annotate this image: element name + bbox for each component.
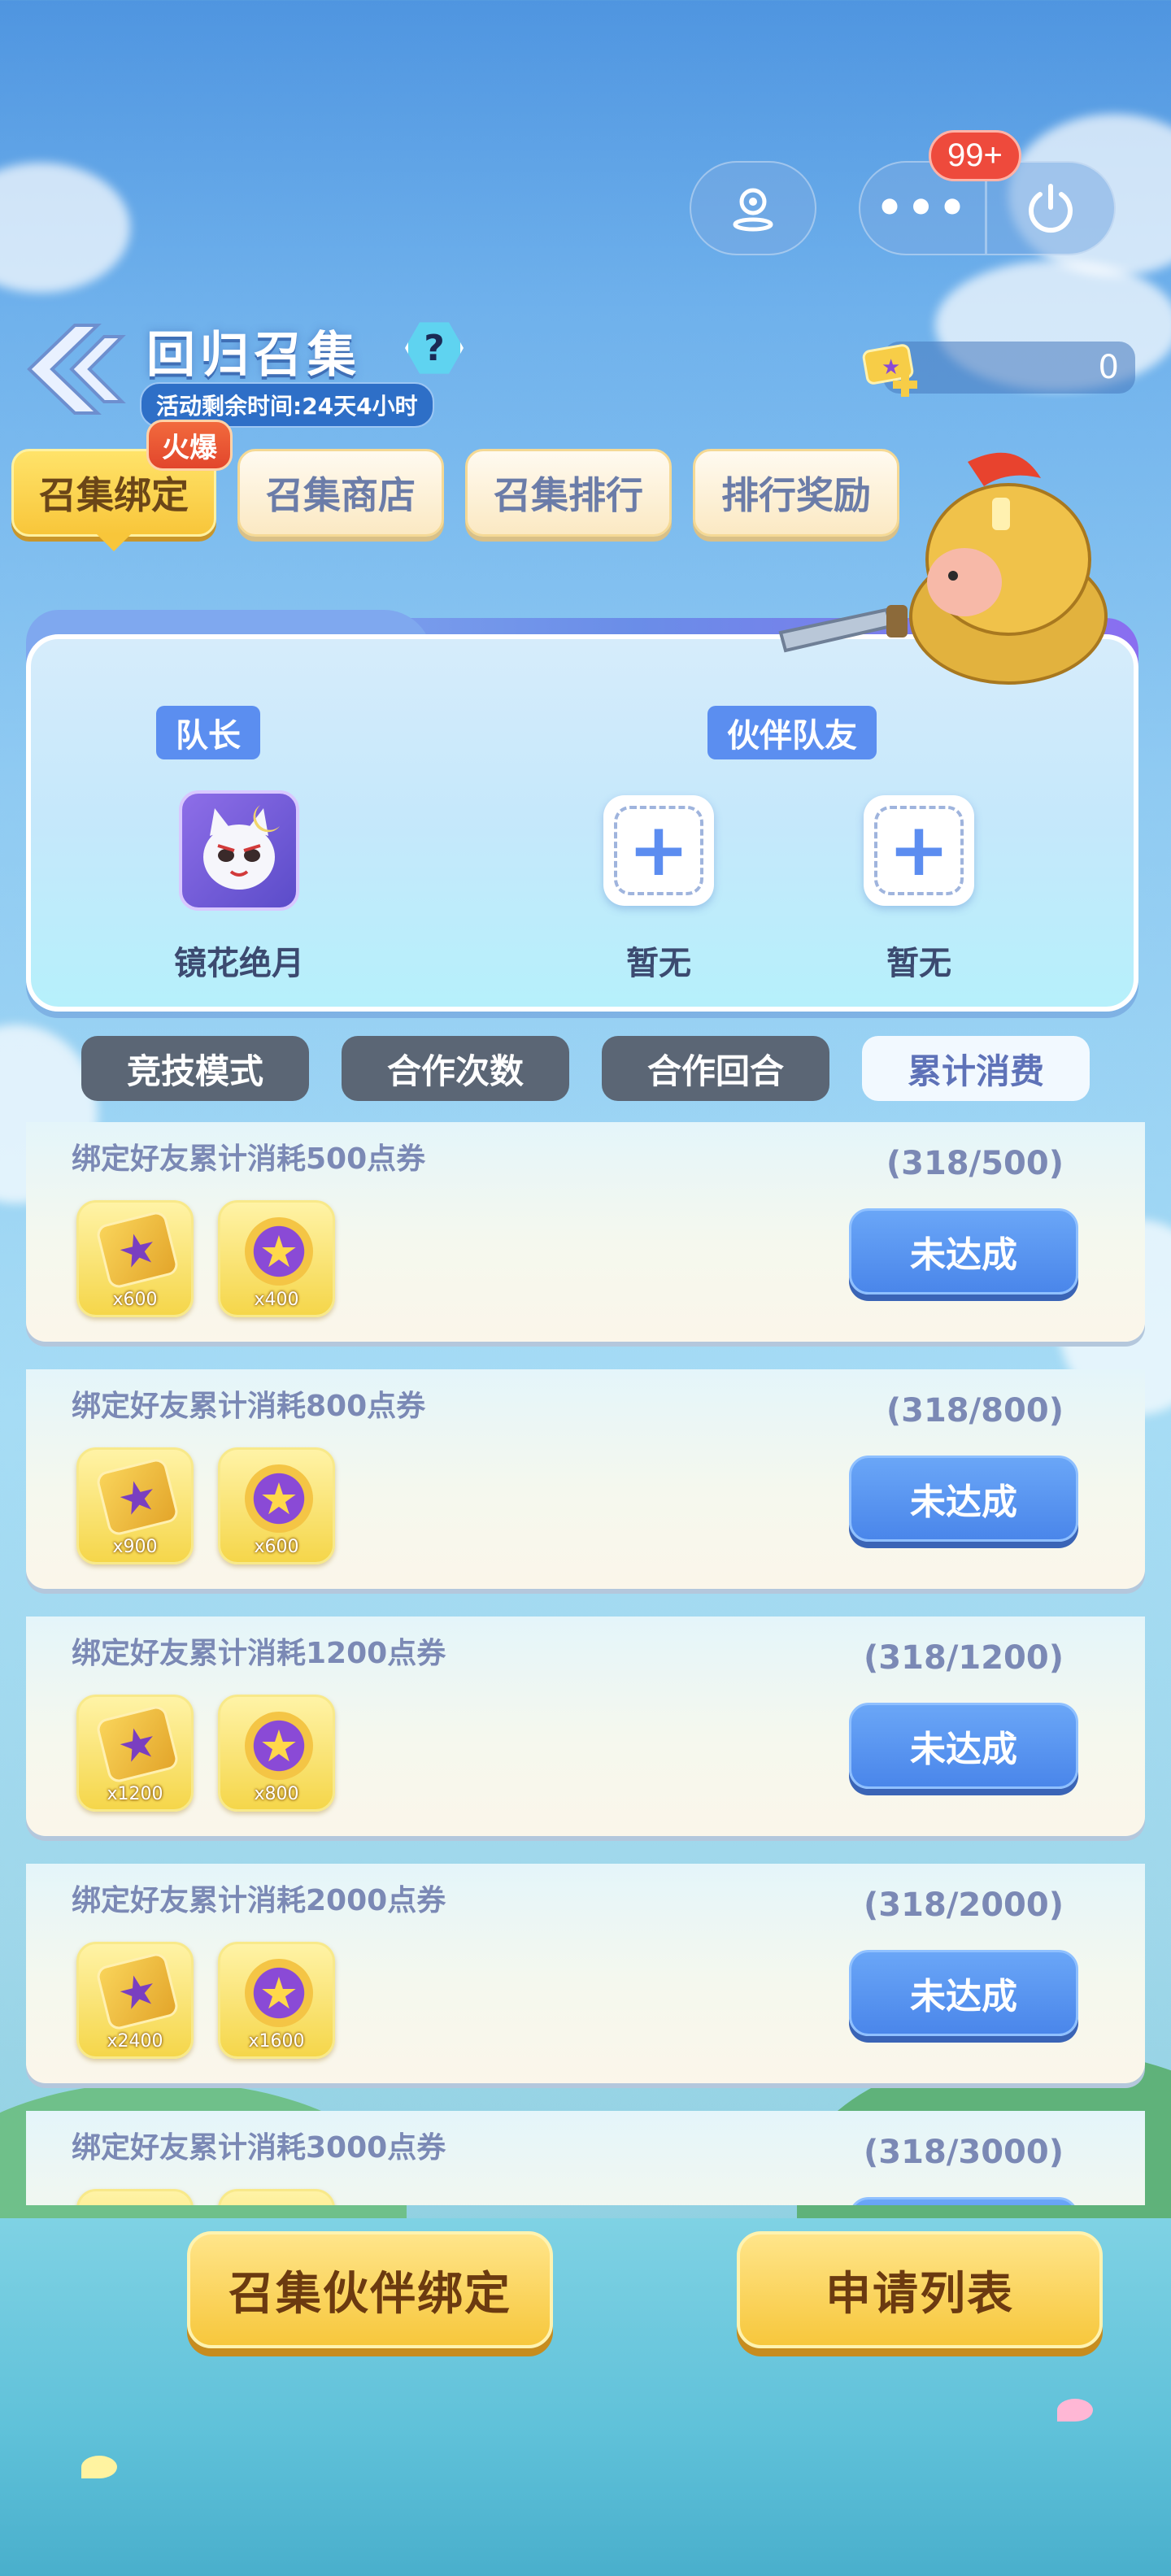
active-tab-pointer bbox=[96, 533, 132, 551]
currency-value: 0 bbox=[1098, 349, 1119, 386]
reward-item[interactable]: ★ x400 bbox=[218, 1200, 335, 1317]
reward-list[interactable]: 绑定好友累计消耗500点券 (318/500) ★ x600 ★ x400 未达… bbox=[26, 1122, 1145, 2205]
knight-mascot bbox=[773, 446, 1138, 690]
captain-label: 队长 bbox=[156, 706, 260, 759]
star-coin-icon: ★ bbox=[245, 1712, 313, 1780]
plus-icon: + bbox=[888, 807, 950, 893]
captain-avatar[interactable] bbox=[179, 790, 299, 911]
reward-progress: (318/3000) bbox=[864, 2134, 1064, 2171]
cat-character-icon bbox=[203, 805, 280, 890]
star-coin-icon: ★ bbox=[245, 1217, 313, 1286]
hot-badge: 火爆 bbox=[146, 420, 233, 471]
captain-name: 镜花绝月 bbox=[174, 945, 304, 982]
location-pin-icon bbox=[733, 188, 773, 232]
reward-progress: (318/500) bbox=[886, 1145, 1064, 1182]
filter-tab-arena[interactable]: 竞技模式 bbox=[81, 1036, 309, 1101]
reward-row: 绑定好友累计消耗3000点券 (318/3000) bbox=[26, 2111, 1145, 2205]
currency-add-icon[interactable]: ★ bbox=[859, 340, 924, 398]
reward-title: 绑定好友累计消耗500点券 bbox=[72, 1142, 426, 1176]
power-icon bbox=[1029, 184, 1073, 233]
svg-text:★: ★ bbox=[882, 355, 900, 380]
reward-item[interactable]: ★ x1600 bbox=[218, 1942, 335, 2059]
reward-item[interactable] bbox=[76, 2189, 194, 2205]
reward-title: 绑定好友累计消耗800点券 bbox=[72, 1390, 426, 1423]
notification-badge: 99+ bbox=[929, 130, 1021, 181]
filter-tab-total-spend[interactable]: 累计消费 bbox=[862, 1036, 1090, 1101]
tab-summon-rank[interactable]: 召集排行 bbox=[465, 449, 672, 537]
help-button[interactable]: ? bbox=[405, 322, 464, 374]
claim-button[interactable]: 未达成 bbox=[849, 1950, 1078, 2036]
add-partner-slot-1[interactable]: + bbox=[603, 795, 714, 906]
reward-item[interactable]: ★ x1200 bbox=[76, 1695, 194, 1812]
plus-icon: + bbox=[628, 807, 690, 893]
reward-row: 绑定好友累计消耗800点券 (318/800) ★ x900 ★ x600 未达… bbox=[26, 1369, 1145, 1589]
reward-item[interactable] bbox=[218, 2189, 335, 2205]
team-panel: 队长 伙伴队友 镜花绝月 + 暂无 + 暂无 bbox=[26, 634, 1138, 1012]
ticket-icon: ★ bbox=[94, 1209, 181, 1290]
back-arrow-icon bbox=[27, 324, 126, 415]
partner-label: 伙伴队友 bbox=[707, 706, 877, 759]
claim-button[interactable]: 未达成 bbox=[849, 1456, 1078, 1542]
reward-row: 绑定好友累计消耗500点券 (318/500) ★ x600 ★ x400 未达… bbox=[26, 1122, 1145, 1342]
filter-tab-coop-count[interactable]: 合作次数 bbox=[342, 1036, 569, 1101]
claim-button[interactable]: 未达成 bbox=[849, 1208, 1078, 1295]
tab-summon-shop[interactable]: 召集商店 bbox=[237, 449, 444, 537]
filter-tab-coop-rounds[interactable]: 合作回合 bbox=[602, 1036, 829, 1101]
claim-button[interactable]: 未达成 bbox=[849, 1703, 1078, 1789]
location-button[interactable] bbox=[690, 161, 816, 255]
reward-title: 绑定好友累计消耗2000点券 bbox=[72, 1884, 446, 1917]
reward-qty: x2400 bbox=[107, 2031, 163, 2052]
ticket-icon: ★ bbox=[94, 1951, 181, 2032]
reward-item[interactable]: ★ x900 bbox=[76, 1447, 194, 1564]
partner-slot-1-name: 暂无 bbox=[626, 945, 691, 982]
add-partner-slot-2[interactable]: + bbox=[864, 795, 974, 906]
reward-item[interactable]: ★ x800 bbox=[218, 1695, 335, 1812]
star-coin-icon: ★ bbox=[245, 1464, 313, 1533]
summon-partner-button[interactable]: 召集伙伴绑定 bbox=[187, 2231, 553, 2348]
claim-button[interactable] bbox=[849, 2197, 1078, 2205]
reward-row: 绑定好友累计消耗2000点券 (318/2000) ★ x2400 ★ x160… bbox=[26, 1864, 1145, 2083]
reward-progress: (318/1200) bbox=[864, 1639, 1064, 1677]
ticket-icon: ★ bbox=[94, 1456, 181, 1538]
reward-row: 绑定好友累计消耗1200点券 (318/1200) ★ x1200 ★ x800… bbox=[26, 1617, 1145, 1836]
partner-slot-2-name: 暂无 bbox=[886, 945, 951, 982]
reward-title: 绑定好友累计消耗3000点券 bbox=[72, 2131, 446, 2165]
reward-item[interactable]: ★ x600 bbox=[218, 1447, 335, 1564]
star-coin-icon: ★ bbox=[245, 1959, 313, 2027]
more-dots-icon: ••• bbox=[875, 182, 970, 233]
application-list-button[interactable]: 申请列表 bbox=[737, 2231, 1103, 2348]
reward-qty: x600 bbox=[112, 1290, 158, 1310]
reward-item[interactable]: ★ x2400 bbox=[76, 1942, 194, 2059]
reward-qty: x400 bbox=[254, 1290, 299, 1310]
page-title: 回归召集 bbox=[146, 327, 361, 384]
reward-qty: x600 bbox=[254, 1537, 299, 1557]
reward-qty: x1600 bbox=[248, 2031, 305, 2052]
back-button[interactable] bbox=[24, 322, 130, 416]
reward-qty: x800 bbox=[254, 1784, 299, 1804]
reward-progress: (318/2000) bbox=[864, 1886, 1064, 1924]
reward-progress: (318/800) bbox=[886, 1392, 1064, 1429]
reward-qty: x900 bbox=[112, 1537, 158, 1557]
reward-item[interactable]: ★ x600 bbox=[76, 1200, 194, 1317]
reward-title: 绑定好友累计消耗1200点券 bbox=[72, 1637, 446, 1670]
reward-qty: x1200 bbox=[107, 1784, 163, 1804]
ticket-icon: ★ bbox=[94, 1704, 181, 1785]
